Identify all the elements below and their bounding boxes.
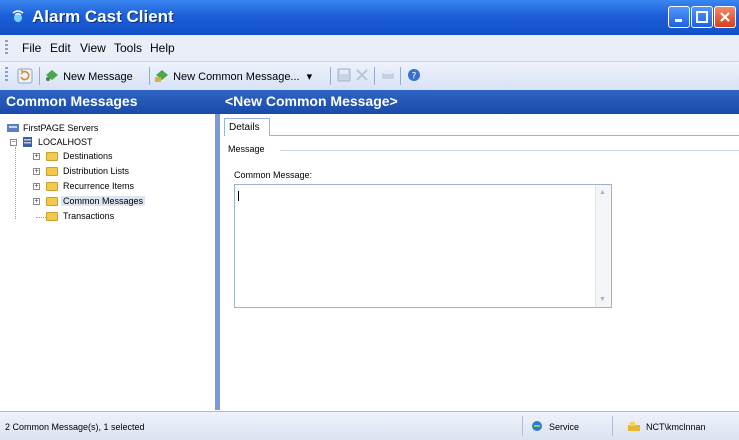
menu-grip (5, 40, 8, 56)
tree-item-label: Transactions (63, 211, 115, 221)
title-bar[interactable]: Alarm Cast Client (0, 0, 739, 35)
expand-toggle-icon[interactable]: + (33, 168, 40, 175)
right-pane-title: <New Common Message> (225, 93, 398, 109)
folder-icon (46, 212, 58, 221)
left-pane-title: Common Messages (6, 93, 138, 109)
status-user-label: NCT\kmclnnan (646, 422, 706, 432)
folder-icon (46, 182, 58, 191)
maximize-icon (696, 11, 708, 23)
tree-item-label: Distribution Lists (63, 166, 130, 176)
folder-icon (46, 152, 58, 161)
tree-item-label: Recurrence Items (63, 181, 135, 191)
message-group-label: Message (228, 144, 265, 154)
menu-bar: File Edit View Tools Help (0, 35, 739, 62)
delete-icon (356, 69, 368, 81)
group-divider (280, 150, 739, 151)
app-window: Alarm Cast Client File Edit View Tools H… (0, 0, 739, 440)
menu-help[interactable]: Help (150, 41, 175, 55)
server-icon (23, 137, 32, 147)
menu-view[interactable]: View (80, 41, 106, 55)
toolbar: New Message New Common Message... ▾ ? (0, 62, 739, 91)
status-bar: 2 Common Message(s), 1 selected Service … (0, 411, 739, 440)
save-button[interactable] (336, 67, 352, 85)
menu-file[interactable]: File (22, 41, 41, 55)
common-message-textarea[interactable]: ▲ ▼ (234, 184, 612, 308)
delete-button[interactable] (354, 67, 370, 85)
toolbar-grip (5, 67, 8, 83)
text-caret (238, 191, 239, 201)
details-pane: Details Message Common Message: ▲ ▼ (220, 114, 739, 410)
app-icon (12, 10, 24, 22)
print-icon (382, 70, 394, 79)
status-service-label: Service (549, 422, 580, 432)
tree-item-label-selected: Common Messages (61, 196, 146, 206)
scroll-up-icon[interactable]: ▲ (599, 189, 606, 196)
header-band: Common Messages <New Common Message> (0, 90, 739, 114)
save-icon (337, 68, 351, 82)
window-title: Alarm Cast Client (32, 7, 174, 26)
expand-toggle-icon[interactable]: + (33, 198, 40, 205)
close-button[interactable] (714, 6, 736, 28)
navigation-tree: FirstPAGE Servers − LOCALHOST + Destinat… (0, 114, 215, 410)
new-common-message-button[interactable]: New Common Message... ▾ (154, 67, 312, 85)
new-message-icon (46, 70, 58, 81)
scroll-down-icon[interactable]: ▼ (599, 296, 606, 303)
help-button[interactable]: ? (406, 67, 422, 85)
menu-tools[interactable]: Tools (114, 41, 142, 55)
expand-toggle-icon[interactable]: + (33, 183, 40, 190)
menu-edit[interactable]: Edit (50, 41, 71, 55)
svg-text:?: ? (412, 72, 417, 82)
user-icon (628, 422, 640, 431)
new-common-message-label: New Common Message... (173, 70, 300, 83)
servers-icon (7, 124, 19, 132)
status-selection-text: 2 Common Message(s), 1 selected (5, 422, 145, 432)
tab-details-label: Details (229, 122, 260, 133)
folder-icon (46, 197, 58, 206)
new-message-label: New Message (63, 70, 133, 83)
new-message-button[interactable]: New Message (44, 67, 133, 85)
refresh-button[interactable] (16, 67, 34, 85)
tab-details[interactable]: Details (224, 118, 270, 136)
tree-server-label: LOCALHOST (38, 137, 93, 147)
status-user: NCT\kmclnnan (612, 416, 739, 436)
minimize-icon (675, 19, 682, 22)
folder-icon (46, 167, 58, 176)
new-common-message-icon (155, 70, 168, 82)
expand-toggle-icon[interactable]: + (33, 153, 40, 160)
service-icon (532, 421, 542, 431)
maximize-button[interactable] (691, 6, 713, 28)
refresh-icon (17, 68, 33, 84)
close-icon (720, 12, 730, 22)
tree-root-label: FirstPAGE Servers (23, 123, 99, 133)
vertical-scrollbar[interactable]: ▲ ▼ (595, 185, 611, 307)
help-icon: ? (408, 69, 420, 82)
print-button[interactable] (380, 67, 396, 85)
common-message-label: Common Message: (234, 170, 313, 180)
collapse-toggle-icon[interactable]: − (10, 139, 17, 146)
tree-item-label: Destinations (63, 151, 113, 161)
status-service: Service (522, 416, 613, 436)
minimize-button[interactable] (668, 6, 690, 28)
dropdown-arrow-icon[interactable]: ▾ (307, 71, 313, 83)
